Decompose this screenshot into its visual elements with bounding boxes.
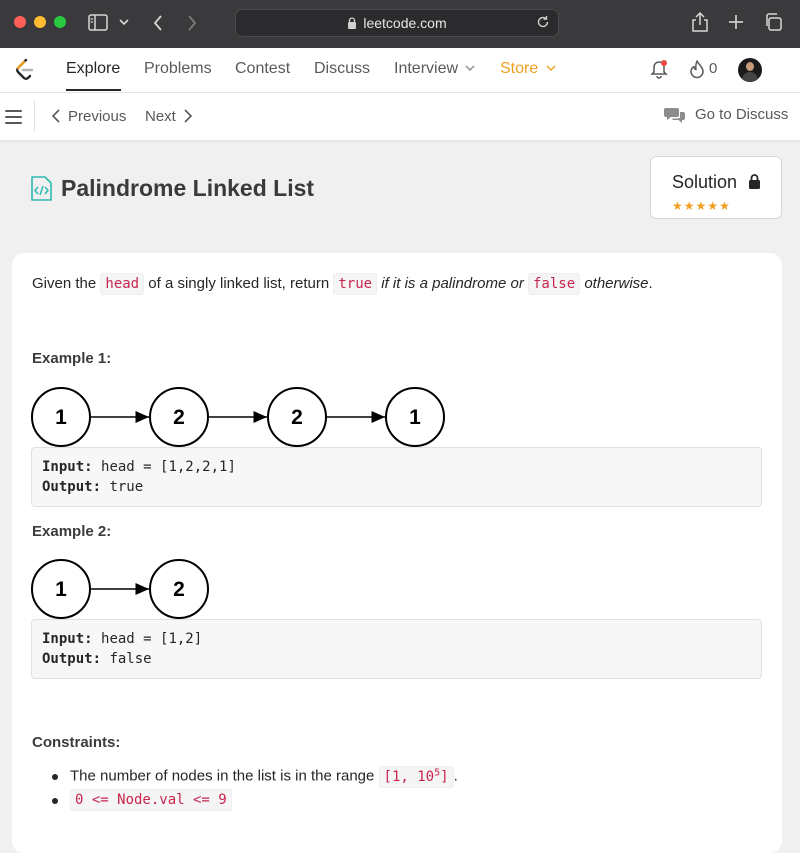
desc-text: of a singly linked list, return [148,275,330,292]
zoom-window-button[interactable] [54,16,66,28]
example-2-heading: Example 2: [32,523,112,540]
previous-button[interactable]: Previous [51,108,127,125]
forward-arrow-icon[interactable] [187,14,197,32]
star-icon: ★ [695,199,708,213]
constraint-end: . [453,767,458,785]
reload-icon[interactable] [536,15,550,29]
address-bar[interactable]: leetcode.com [235,9,559,37]
desc-text: otherwise [584,275,649,292]
problem-description-card: Given the head of a singly linked list, … [12,253,782,853]
nav-explore[interactable]: Explore [66,60,120,78]
example-2-code-block: Input: head = [1,2] Output: false [31,619,762,679]
back-arrow-icon[interactable] [153,14,163,32]
url-text: leetcode.com [363,15,447,31]
new-tab-icon[interactable] [728,14,744,30]
chevron-left-icon [51,109,60,123]
input-value: head = [1,2] [101,631,203,647]
input-label: Input: [42,631,93,647]
page-title: Palindrome Linked List [61,175,315,201]
nav-store-label: Store [500,60,539,77]
output-label: Output: [42,479,102,495]
inline-code-false: false [528,273,581,295]
input-value: head = [1,2,2,1] [101,459,236,475]
range-end: ] [440,768,449,785]
example-2-linked-list-diagram: 12 [31,559,209,619]
list-node-value: 1 [55,578,67,601]
divider [34,101,35,131]
go-to-discuss-link[interactable]: Go to Discuss [695,106,788,123]
solution-rating: ★★★★★ [672,199,731,213]
streak-count: 0 [709,60,718,77]
solution-label: Solution [672,172,738,192]
nav-store[interactable]: Store [500,60,556,78]
problem-subbar: Previous Next Go to Discuss [0,93,800,140]
example-1-heading: Example 1: [32,350,112,367]
star-icon: ★ [683,199,696,213]
chevron-down-icon [546,65,556,72]
constraints-list: The number of nodes in the list is in th… [52,765,458,814]
share-icon[interactable] [691,12,709,32]
site-nav: Explore Problems Contest Discuss Intervi… [0,48,800,93]
streak-flame-icon[interactable] [688,59,706,79]
chat-icon[interactable] [664,106,686,124]
lock-icon [348,17,357,29]
lock-icon [749,174,760,189]
desc-text: if it is a palindrome or [381,275,524,292]
list-node-value: 2 [291,406,303,429]
nav-interview[interactable]: Interview [394,60,475,78]
problem-description: Given the head of a singly linked list, … [32,273,653,295]
inline-code-true: true [333,273,378,295]
chevron-right-icon [184,109,192,123]
chevron-down-icon [465,65,475,72]
avatar[interactable] [738,58,762,82]
inline-code-node-val: 0 <= Node.val <= 9 [70,788,232,811]
nav-discuss[interactable]: Discuss [314,60,370,78]
list-node-value: 1 [55,406,67,429]
window-controls [14,16,66,28]
browser-toolbar: leetcode.com [0,0,800,48]
example-1-code-block: Input: head = [1,2,2,1] Output: true [31,447,762,507]
list-node-value: 2 [173,578,185,601]
chevron-down-icon[interactable] [119,19,129,27]
list-node-value: 1 [409,406,421,429]
code-file-icon [31,176,52,201]
output-label: Output: [42,651,102,667]
nav-interview-label: Interview [394,60,459,77]
inline-code-range: [1, 105] [378,765,454,788]
menu-icon[interactable] [5,110,22,128]
nav-contest[interactable]: Contest [235,60,290,78]
star-icon: ★ [672,199,684,213]
next-button[interactable]: Next [145,108,192,125]
close-window-button[interactable] [14,16,26,28]
notification-bell-icon[interactable] [650,59,668,79]
sidebar-icon[interactable] [88,14,108,32]
star-icon: ★ [719,199,731,213]
next-label: Next [145,108,176,125]
output-value: false [109,651,152,667]
example-1-linked-list-diagram: 1 2 2 1 [31,387,445,447]
solution-button[interactable]: Solution ★★★★★ [650,156,782,219]
nav-problems[interactable]: Problems [144,60,212,78]
constraint-text: The number of nodes in the list is in th… [70,767,375,785]
minimize-window-button[interactable] [34,16,46,28]
nav-active-indicator [66,89,121,91]
previous-label: Previous [68,108,127,125]
desc-text: . [648,275,653,292]
constraint-item: The number of nodes in the list is in th… [52,765,458,788]
tab-overview-icon[interactable] [764,13,782,31]
output-value: true [109,479,144,495]
desc-text: Given the [32,275,97,292]
input-label: Input: [42,459,93,475]
range-start: [1, 10 [383,768,435,785]
list-node-value: 2 [173,406,185,429]
leetcode-logo[interactable] [14,58,36,82]
problem-header: Palindrome Linked List Solution ★★★★★ [0,140,800,253]
star-icon: ★ [707,199,720,213]
inline-code-head: head [100,273,145,295]
constraints-heading: Constraints: [32,734,121,751]
constraint-item: 0 <= Node.val <= 9 [52,788,458,811]
